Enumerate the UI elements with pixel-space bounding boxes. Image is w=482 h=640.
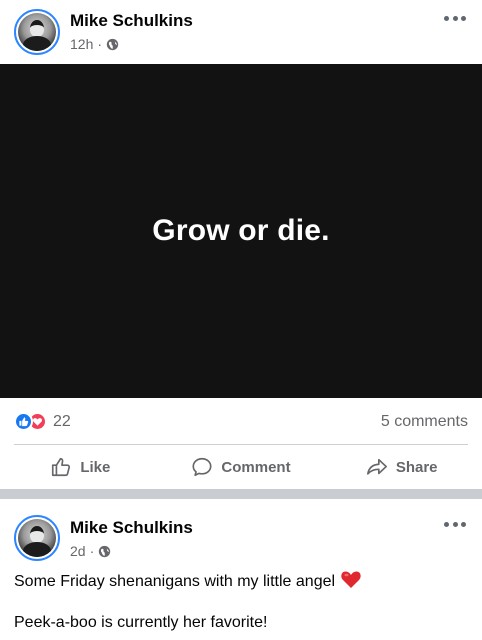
globe-icon — [106, 38, 119, 50]
comment-button[interactable]: Comment — [161, 445, 322, 489]
post-caption-line-2: Peek-a-boo is currently her favorite! — [14, 614, 268, 631]
like-label: Like — [80, 458, 111, 476]
comment-icon — [192, 457, 212, 477]
avatar[interactable] — [14, 515, 60, 561]
post-card: Mike Schulkins 2d · Some Friday shenanig… — [0, 499, 482, 640]
reactions-summary[interactable]: 22 — [14, 412, 71, 431]
share-label: Share — [395, 458, 438, 476]
share-icon — [366, 458, 387, 475]
author-name[interactable]: Mike Schulkins — [70, 518, 193, 538]
text-image[interactable]: Grow or die. — [0, 64, 482, 398]
share-button[interactable]: Share — [321, 445, 482, 489]
avatar[interactable] — [14, 9, 60, 55]
post-meta: 12h · — [70, 36, 119, 52]
action-bar: Like Comment Share — [0, 445, 482, 489]
author-name[interactable]: Mike Schulkins — [70, 11, 193, 31]
reaction-count: 22 — [53, 412, 71, 430]
caption-line-1: Some Friday shenanigans with my little a… — [14, 573, 336, 590]
meta-separator: · — [97, 36, 103, 52]
like-icon — [52, 457, 71, 477]
post-card: Mike Schulkins 12h · Grow or die. 22 5 c… — [0, 0, 482, 489]
comment-label: Comment — [221, 458, 291, 476]
post-meta: 2d · — [70, 543, 111, 559]
comments-count[interactable]: 5 comments — [381, 413, 468, 431]
image-text: Grow or die. — [152, 214, 330, 247]
more-icon[interactable] — [444, 14, 466, 22]
like-button[interactable]: Like — [0, 445, 161, 489]
post-header: Mike Schulkins 12h · — [0, 0, 482, 64]
globe-icon — [99, 545, 111, 557]
post-stats: 22 5 comments — [0, 398, 482, 444]
heart-emoji-icon — [340, 571, 361, 588]
post-time[interactable]: 2d — [70, 543, 86, 559]
more-icon[interactable] — [444, 520, 466, 528]
like-reaction-icon — [14, 412, 33, 431]
meta-separator: · — [89, 543, 95, 559]
post-time[interactable]: 12h — [70, 36, 93, 52]
post-caption: Some Friday shenanigans with my little a… — [14, 569, 362, 592]
post-header: Mike Schulkins 2d · — [0, 499, 482, 563]
feed-separator — [0, 489, 482, 499]
